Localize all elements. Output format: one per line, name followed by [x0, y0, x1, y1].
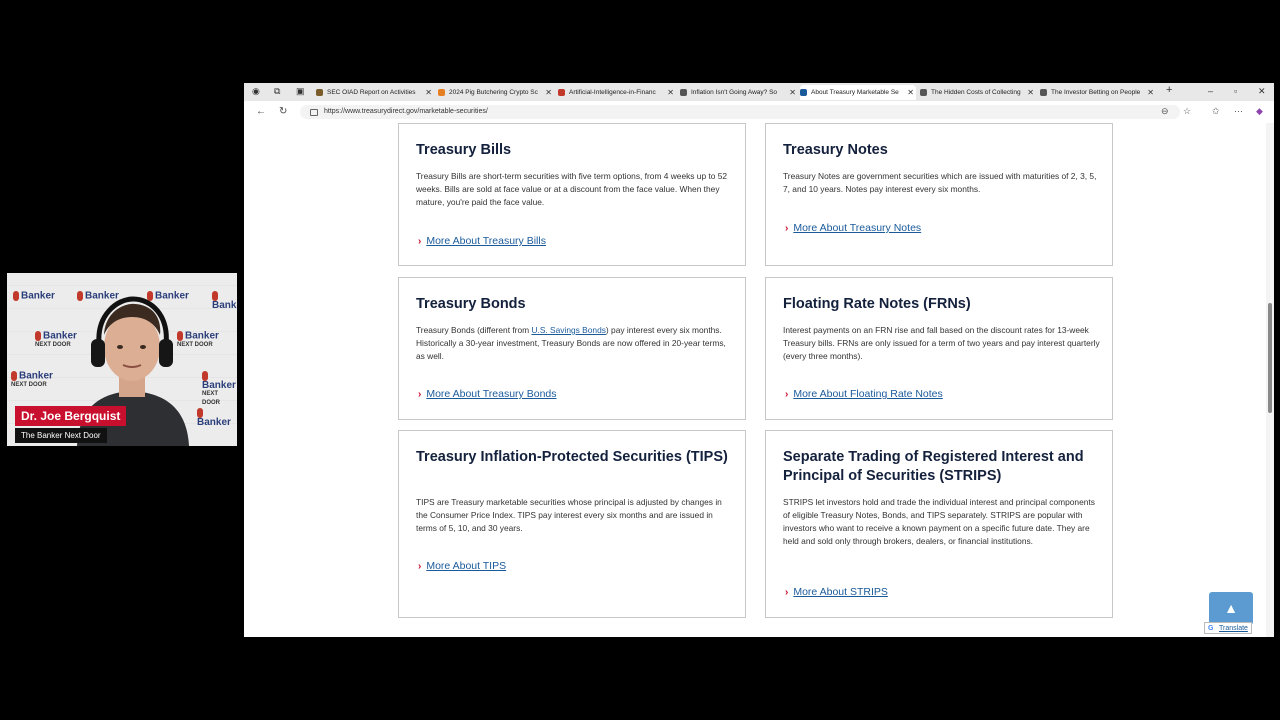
webcam-overlay: Banker Banker Banker Banker BankerNEXT D… [7, 273, 237, 446]
close-tab-icon[interactable]: ✕ [789, 88, 796, 97]
more-about-frn-link[interactable]: › More About Floating Rate Notes [785, 388, 943, 400]
chevron-right-icon: › [785, 389, 789, 400]
card-treasury-bonds: Treasury Bonds Treasury Bonds (different… [398, 277, 746, 420]
more-about-strips-link[interactable]: › More About STRIPS [785, 586, 888, 598]
card-strips: Separate Trading of Registered Interest … [765, 430, 1113, 618]
tab-favicon-icon [920, 89, 927, 96]
tab-favicon-icon [680, 89, 687, 96]
minimize-icon[interactable]: – [1208, 86, 1213, 96]
address-bar: ← ↻ https://www.treasurydirect.gov/marke… [244, 101, 1274, 124]
scrollbar[interactable] [1266, 123, 1274, 637]
card-title: Floating Rate Notes (FRNs) [783, 296, 971, 312]
tab-label: Artificial-Intelligence-in-Financ [569, 89, 656, 96]
tab-label: 2024 Pig Butchering Crypto Sc [449, 89, 538, 96]
browser-tab[interactable]: SEC OIAD Report on Activities ✕ [316, 85, 434, 100]
close-tab-icon[interactable]: ✕ [667, 88, 674, 97]
profile-icon[interactable]: ◉ [252, 86, 260, 97]
card-description: STRIPS let investors hold and trade the … [783, 497, 1095, 546]
close-window-icon[interactable]: ✕ [1258, 86, 1266, 97]
show-name: The Banker Next Door [15, 428, 107, 443]
favorite-star-icon[interactable]: ☆ [1183, 106, 1191, 117]
url-input[interactable]: https://www.treasurydirect.gov/marketabl… [300, 105, 1180, 119]
card-description: Interest payments on an FRN rise and fal… [783, 325, 1100, 361]
copilot-icon[interactable]: ◆ [1256, 106, 1263, 117]
more-about-treasury-notes-link[interactable]: › More About Treasury Notes [785, 222, 921, 234]
tab-label: The Hidden Costs of Collecting [931, 89, 1021, 96]
browser-tab-active[interactable]: About Treasury Marketable Se ✕ [800, 85, 916, 100]
more-about-tips-link[interactable]: › More About TIPS [418, 560, 506, 572]
backdrop-logo: Banker NEXT DOOR [202, 371, 237, 408]
browser-tab[interactable]: The Hidden Costs of Collecting ✕ [920, 85, 1036, 100]
close-tab-icon[interactable]: ✕ [425, 88, 432, 97]
close-tab-icon[interactable]: ✕ [907, 88, 914, 97]
presenter-name: Dr. Joe Bergquist [15, 406, 127, 426]
more-about-treasury-bonds-link[interactable]: › More About Treasury Bonds [418, 388, 557, 400]
tab-favicon-icon [558, 89, 565, 96]
backdrop-logo: Banker NEXT DOOR [11, 370, 53, 388]
google-icon: G [1208, 625, 1214, 632]
tab-label: Inflation Isn't Going Away? So [691, 89, 778, 96]
translate-widget[interactable]: G Translate [1204, 622, 1252, 634]
chevron-right-icon: › [418, 561, 422, 572]
chevron-right-icon: › [785, 587, 789, 598]
card-description: Treasury Notes are government securities… [783, 171, 1097, 194]
browser-tab[interactable]: The Investor Betting on People ✕ [1040, 85, 1156, 100]
close-tab-icon[interactable]: ✕ [1147, 88, 1154, 97]
browser-tab[interactable]: Artificial-Intelligence-in-Financ ✕ [558, 85, 676, 100]
card-title: Treasury Inflation-Protected Securities … [416, 449, 728, 465]
new-tab-icon[interactable]: + [1166, 84, 1172, 96]
card-title: Treasury Bonds [416, 296, 526, 312]
chevron-right-icon: › [418, 389, 422, 400]
url-text: https://www.treasurydirect.gov/marketabl… [324, 108, 488, 115]
card-treasury-notes: Treasury Notes Treasury Notes are govern… [765, 123, 1113, 266]
close-tab-icon[interactable]: ✕ [1027, 88, 1034, 97]
chevron-up-icon: ▲ [1224, 600, 1238, 616]
tab-favicon-icon [438, 89, 445, 96]
card-floating-rate-notes: Floating Rate Notes (FRNs) Interest paym… [765, 277, 1113, 420]
card-title: Treasury Notes [783, 142, 888, 158]
card-description: TIPS are Treasury marketable securities … [416, 497, 722, 533]
tab-label: About Treasury Marketable Se [811, 89, 899, 96]
lock-icon [310, 109, 318, 116]
tab-favicon-icon [1040, 89, 1047, 96]
refresh-icon[interactable]: ↻ [279, 106, 287, 117]
back-icon[interactable]: ← [256, 106, 266, 117]
browser-tab[interactable]: 2024 Pig Butchering Crypto Sc ✕ [438, 85, 554, 100]
us-savings-bonds-link[interactable]: U.S. Savings Bonds [531, 325, 605, 335]
workspaces-icon[interactable]: ⧉ [274, 86, 280, 97]
card-treasury-bills: Treasury Bills Treasury Bills are short-… [398, 123, 746, 266]
backdrop-logo: Banker [13, 291, 55, 301]
close-tab-icon[interactable]: ✕ [545, 88, 552, 97]
tab-favicon-icon [800, 89, 807, 96]
card-title: Treasury Bills [416, 142, 512, 158]
browser-window: ◉ ⧉ ▣ SEC OIAD Report on Activities ✕ 20… [244, 83, 1274, 637]
chevron-right-icon: › [785, 223, 789, 234]
more-menu-icon[interactable]: ⋯ [1234, 106, 1243, 117]
card-description: Treasury Bonds (different from U.S. Savi… [416, 325, 726, 361]
scroll-thumb[interactable] [1268, 303, 1272, 413]
tab-label: SEC OIAD Report on Activities [327, 89, 416, 96]
card-title: Separate Trading of Registered Interest … [783, 449, 1084, 484]
chevron-right-icon: › [418, 236, 422, 247]
backdrop-logo: Banker [197, 408, 237, 428]
maximize-icon[interactable]: ▫ [1234, 86, 1237, 96]
card-description: Treasury Bills are short-term securities… [416, 171, 728, 207]
more-about-treasury-bills-link[interactable]: › More About Treasury Bills [418, 235, 546, 247]
reader-mode-icon[interactable]: ⊖ [1161, 106, 1169, 117]
tab-bar: ◉ ⧉ ▣ SEC OIAD Report on Activities ✕ 20… [244, 83, 1274, 101]
page-content: Treasury Bills Treasury Bills are short-… [244, 123, 1266, 637]
tab-favicon-icon [316, 89, 323, 96]
tab-actions-icon[interactable]: ▣ [296, 86, 305, 97]
tab-label: The Investor Betting on People [1051, 89, 1141, 96]
card-tips: Treasury Inflation-Protected Securities … [398, 430, 746, 618]
favorites-icon[interactable]: ✩ [1212, 106, 1220, 117]
back-to-top-button[interactable]: ▲ [1209, 592, 1253, 625]
browser-tab[interactable]: Inflation Isn't Going Away? So ✕ [680, 85, 798, 100]
backdrop-logo: Banker [212, 291, 237, 311]
